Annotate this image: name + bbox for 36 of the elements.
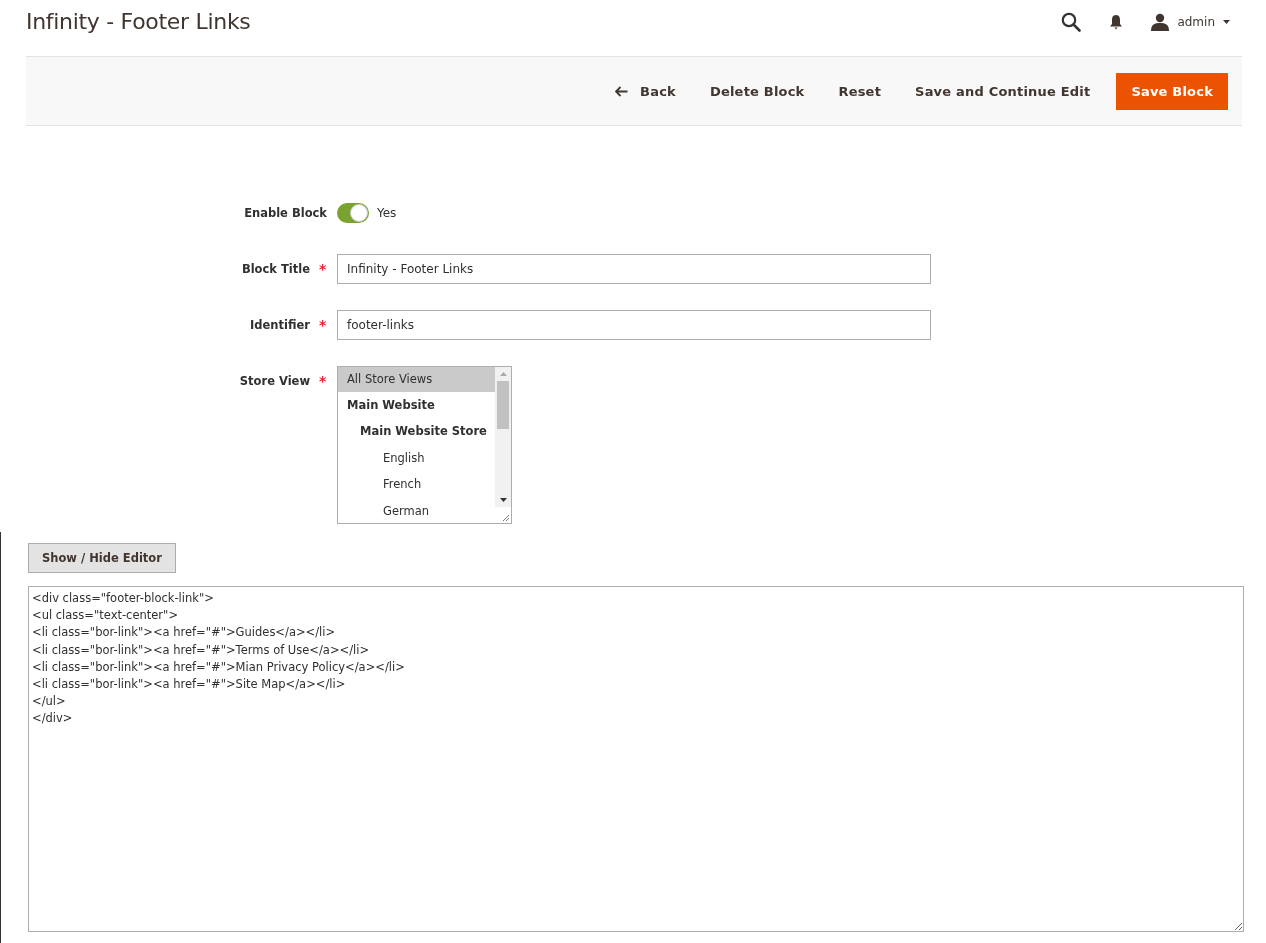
- toolbar-button[interactable]: Delete Block: [695, 73, 819, 109]
- list-option[interactable]: German: [338, 497, 495, 523]
- list-option[interactable]: All Store Views: [338, 367, 495, 392]
- field-label: Store View: [239, 374, 310, 388]
- toggle-switch[interactable]: [337, 203, 369, 223]
- toolbar-button[interactable]: Reset: [824, 73, 896, 109]
- text-input[interactable]: footer-links: [337, 310, 931, 340]
- bell-icon[interactable]: [1109, 14, 1124, 30]
- back-button[interactable]: Back: [601, 73, 690, 109]
- scrollbar-thumb[interactable]: [497, 381, 509, 429]
- user-menu[interactable]: admin: [1151, 13, 1230, 31]
- field-label: Enable Block: [244, 206, 327, 220]
- save-button[interactable]: Save Block: [1116, 72, 1228, 110]
- list-option[interactable]: French: [338, 471, 495, 498]
- toolbar-button[interactable]: Save and Continue Edit: [901, 73, 1105, 109]
- required-mark: *: [319, 261, 327, 277]
- store-view-list[interactable]: All Store Views Main Website Main Website Store English French German: [337, 366, 512, 524]
- field-label: Block Title: [241, 262, 310, 276]
- page-title: Infinity - Footer Links: [26, 9, 251, 34]
- arrow-left-icon: [615, 85, 629, 97]
- toggle-value: Yes: [377, 206, 397, 220]
- caret-icon: [1223, 20, 1230, 24]
- resize-handle-icon[interactable]: [495, 507, 511, 523]
- list-option[interactable]: English: [338, 444, 495, 472]
- code-editor-field[interactable]: <div class="footer-block-link"> <ul class="text-center"> <li class="bor-link"><a href="#">Guides</a></li> <li class="bor-link"><a href="#">Terms of Use</a></li> <li class="bor-link"><a href="#">Mian Privacy Policy</a></li> <li class="bor-link"><a href="#">Site Map</a></li> </ul> </div>: [28, 586, 1244, 932]
- required-mark: *: [319, 373, 327, 389]
- show-hide-editor-button[interactable]: Show / Hide Editor: [28, 543, 176, 573]
- required-mark: *: [319, 317, 327, 333]
- text-input[interactable]: Infinity - Footer Links: [337, 254, 931, 284]
- scroll-down-icon[interactable]: [499, 498, 507, 502]
- user-icon: [1151, 13, 1170, 31]
- scrollbar[interactable]: [495, 367, 511, 523]
- list-option[interactable]: Main Website: [338, 392, 495, 419]
- list-option[interactable]: Main Website Store: [338, 418, 495, 445]
- search-icon[interactable]: [1061, 12, 1082, 32]
- field-label: Identifier: [250, 318, 310, 332]
